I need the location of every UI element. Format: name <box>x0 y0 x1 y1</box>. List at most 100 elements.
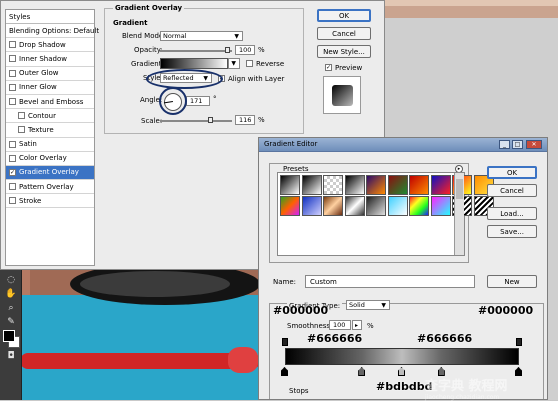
style-item-checkbox[interactable] <box>9 83 16 91</box>
style-item[interactable]: Inner Glow <box>6 81 94 95</box>
preset-swatch[interactable] <box>366 175 386 195</box>
style-item[interactable]: Stroke <box>6 194 94 209</box>
style-item[interactable]: Satin <box>6 138 94 152</box>
ok-button[interactable]: OK <box>317 9 371 22</box>
gradient-type-select[interactable]: Solid ▼ <box>346 300 390 310</box>
style-item-checkbox[interactable] <box>9 41 16 49</box>
style-item[interactable]: Color Overlay <box>6 152 94 166</box>
style-item-checkbox[interactable] <box>9 55 16 63</box>
preset-swatch[interactable] <box>323 196 343 216</box>
scale-slider-thumb[interactable] <box>208 117 213 123</box>
opacity-slider[interactable] <box>160 50 232 52</box>
style-item[interactable]: Outer Glow <box>6 67 94 81</box>
preset-swatch[interactable] <box>430 196 451 216</box>
preset-swatch[interactable] <box>344 196 365 216</box>
style-item-checkbox[interactable] <box>18 126 25 134</box>
style-item[interactable]: Bevel and Emboss <box>6 95 94 110</box>
style-item[interactable]: Texture <box>6 123 94 138</box>
preset-swatch[interactable] <box>430 175 451 195</box>
chevron-down-icon: ▼ <box>381 302 386 309</box>
ge-cancel-button[interactable]: Cancel <box>487 184 537 197</box>
watermark-main: 查字典 教程网 <box>425 379 508 394</box>
angle-input[interactable]: 171 <box>186 96 210 106</box>
eyedropper-tool-icon[interactable]: ✎ <box>4 316 18 328</box>
cancel-button[interactable]: Cancel <box>317 27 371 40</box>
preview-checkbox[interactable]: ✓ <box>325 64 332 71</box>
presets-scrollbar[interactable] <box>454 173 464 255</box>
preset-swatch[interactable] <box>366 196 386 216</box>
stops-label: Stops <box>289 387 309 395</box>
preset-swatch[interactable] <box>323 175 343 195</box>
gradient-bar[interactable] <box>285 348 519 365</box>
ge-load-button[interactable]: Load... <box>487 207 537 220</box>
chevron-down-icon: ▼ <box>231 60 236 67</box>
annotation-left-mid: #666666 <box>307 332 363 345</box>
style-item-checkbox[interactable] <box>9 183 16 191</box>
zoom-tool-icon[interactable]: ⌕ <box>4 302 18 314</box>
ge-save-button[interactable]: Save... <box>487 225 537 238</box>
scrollbar-thumb[interactable] <box>456 179 463 199</box>
opacity-label: Opacity: <box>134 46 163 54</box>
style-item-checkbox[interactable] <box>9 140 16 148</box>
ge-new-button[interactable]: New <box>487 275 537 288</box>
gradient-name-input[interactable]: Custom <box>305 275 475 288</box>
style-item-label: Gradient Overlay <box>19 168 79 177</box>
opacity-stop-left[interactable] <box>282 338 288 346</box>
maximize-icon[interactable]: □ <box>512 140 523 149</box>
opacity-slider-thumb[interactable] <box>225 47 230 53</box>
chevron-right-icon: ▸ <box>354 322 358 329</box>
style-item-checkbox[interactable] <box>9 154 16 162</box>
hand-tool-icon[interactable]: ✋ <box>4 288 18 300</box>
gradient-label: Gradient: <box>131 60 164 68</box>
preset-swatch[interactable] <box>344 175 365 195</box>
lasso-tool-icon[interactable]: ◌ <box>4 274 18 286</box>
presets-grid <box>277 172 494 256</box>
minimize-icon[interactable]: _ <box>499 140 510 149</box>
style-item-label: Texture <box>28 125 54 134</box>
style-item-checkbox[interactable]: ✓ <box>9 168 16 176</box>
gradient-editor-titlebar[interactable]: Gradient Editor _ □ ✕ <box>259 138 547 152</box>
reverse-checkbox[interactable] <box>246 60 253 67</box>
ge-ok-button[interactable]: OK <box>487 166 537 179</box>
opacity-stop-right[interactable] <box>516 338 522 346</box>
blend-mode-select[interactable]: Normal ▼ <box>160 31 243 41</box>
preset-swatch[interactable] <box>409 175 429 195</box>
preset-swatch[interactable] <box>387 196 408 216</box>
style-item-label: Bevel and Emboss <box>19 97 84 106</box>
quick-mask-icon[interactable]: ◘ <box>4 350 18 362</box>
style-item[interactable]: Drop Shadow <box>6 38 94 53</box>
annotation-right-mid: #666666 <box>417 332 473 345</box>
style-item[interactable]: Inner Shadow <box>6 52 94 67</box>
gradient-picker-arrow[interactable]: ▼ <box>228 58 240 69</box>
smoothness-input[interactable]: 100 <box>329 320 351 330</box>
scale-slider[interactable] <box>160 120 232 122</box>
style-item-checkbox[interactable] <box>9 98 16 106</box>
style-item[interactable]: ✓ Gradient Overlay <box>6 165 94 181</box>
preset-swatch[interactable] <box>387 175 408 195</box>
gradient-picker[interactable] <box>160 58 228 69</box>
smoothness-arrow[interactable]: ▸ <box>352 320 362 330</box>
opacity-input[interactable]: 100 <box>235 45 255 55</box>
new-style-button[interactable]: New Style... <box>317 45 371 58</box>
annotation-center-bottom: #bdbdbd <box>376 380 433 393</box>
style-item-checkbox[interactable] <box>9 197 16 205</box>
preset-swatch[interactable] <box>301 196 322 216</box>
smoothness-unit: % <box>367 322 374 330</box>
preset-swatch[interactable] <box>301 175 322 195</box>
foreground-color-swatch[interactable] <box>3 330 15 342</box>
style-item-checkbox[interactable] <box>18 112 25 120</box>
preview-thumbnail <box>323 76 361 114</box>
scale-input[interactable]: 116 <box>235 115 255 125</box>
style-item-label: Color Overlay <box>19 154 67 163</box>
preset-swatch[interactable] <box>280 196 300 216</box>
highlight-circle-angle <box>159 87 187 115</box>
style-item[interactable]: Pattern Overlay <box>6 180 94 195</box>
styles-header[interactable]: Styles <box>6 10 94 24</box>
preset-swatch[interactable] <box>409 196 429 216</box>
preset-swatch[interactable] <box>280 175 300 195</box>
style-item-checkbox[interactable] <box>9 69 16 77</box>
close-icon[interactable]: ✕ <box>526 140 542 149</box>
style-item[interactable]: Contour <box>6 109 94 124</box>
blending-options-item[interactable]: Blending Options: Default <box>6 24 99 39</box>
align-with-layer-label: Align with Layer <box>228 75 285 83</box>
